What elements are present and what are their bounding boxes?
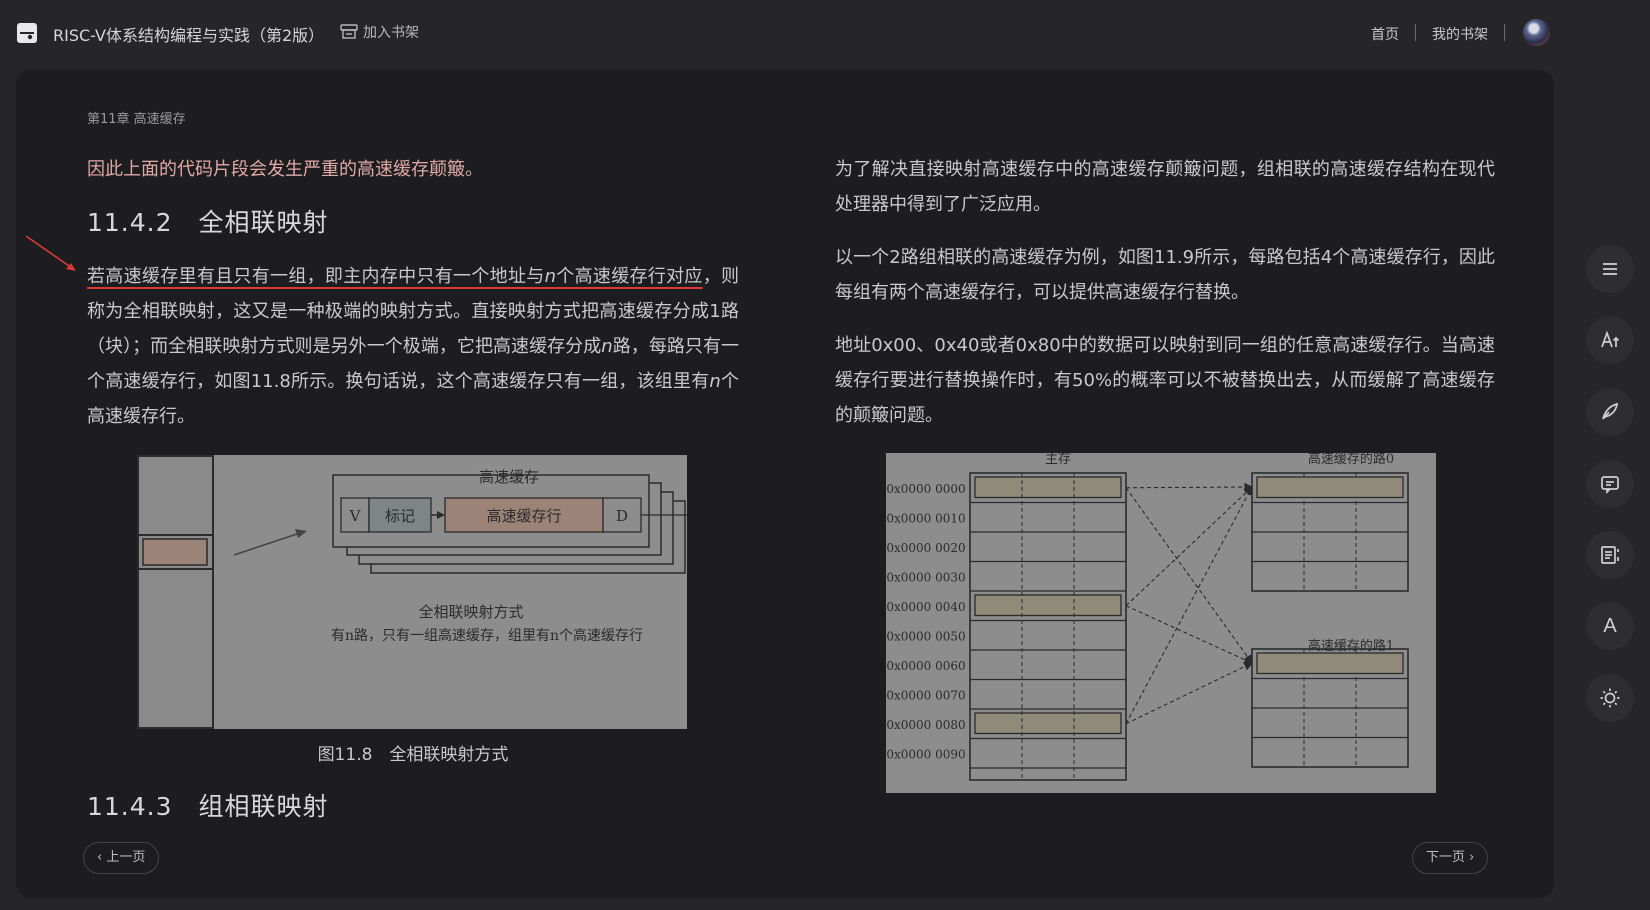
font-size-button[interactable] [1586, 316, 1634, 364]
font-button[interactable]: A [1586, 602, 1634, 650]
fig-cache-line-slot [1256, 652, 1404, 675]
fig-address-label: 0x0000 0030 [886, 570, 965, 584]
fig-address-label: 0x0000 0000 [886, 482, 965, 496]
add-to-shelf-button[interactable]: 加入书架 [340, 22, 419, 42]
toc-icon [1601, 546, 1619, 564]
user-avatar[interactable] [1523, 19, 1550, 46]
right-paragraph-3: 地址0x00、0x40或者0x80中的数据可以映射到同一组的任意高速缓存行。当高… [835, 335, 1495, 426]
menu-icon [1603, 263, 1617, 275]
font-icon: A [1603, 614, 1617, 637]
fig-highlighted-memory-row [974, 476, 1122, 499]
app-logo-icon[interactable] [17, 23, 37, 43]
fig-address-label: 0x0000 0040 [886, 600, 965, 614]
fig-v-label: V [349, 507, 362, 525]
nav-my-shelf-link[interactable]: 我的书架 [1432, 24, 1488, 44]
theme-button[interactable] [1586, 674, 1634, 722]
next-page-button[interactable]: 下一页 › [1412, 842, 1489, 874]
note-icon [1602, 402, 1619, 420]
fig-caption-sub: 有n路，只有一组高速缓存，组里有n个高速缓存行 [331, 627, 643, 644]
fig-highlighted-memory-row [974, 712, 1122, 735]
fig-main-memory-label: 主存 [1045, 453, 1071, 467]
fig-address-label: 0x0000 0020 [886, 541, 965, 555]
fig-caption-main: 全相联映射方式 [418, 603, 523, 621]
theme-icon [1600, 688, 1620, 708]
fig-way1-label: 高速缓存的路1 [1308, 638, 1394, 654]
note-button[interactable] [1586, 388, 1634, 436]
full-assoc-paragraph: 若高速缓存里有且只有一组，即主内存中只有一个地址与n个高速缓存行对应，则称为全相… [87, 266, 740, 427]
nav-home-link[interactable]: 首页 [1371, 24, 1399, 44]
add-to-shelf-label: 加入书架 [363, 25, 419, 41]
comment-icon [1601, 476, 1619, 495]
nav-divider [1504, 24, 1505, 41]
top-bar: RISC-V体系结构编程与实践（第2版） 加入书架 首页 我的书架 [0, 0, 1650, 66]
fig-cache-line-slot [1256, 476, 1404, 499]
fig-address-label: 0x0000 0090 [886, 747, 965, 761]
bookshelf-icon [340, 24, 358, 39]
section-heading-11-4-2: 11.4.2 全相联映射 [87, 208, 329, 237]
book-title[interactable]: RISC-V体系结构编程与实践（第2版） [53, 22, 324, 46]
menu-button[interactable] [1586, 245, 1634, 293]
fig-address-label: 0x0000 0010 [886, 511, 965, 525]
prev-page-label: 上一页 [106, 850, 146, 865]
fig-tag-label: 标记 [385, 507, 415, 525]
toc-button[interactable] [1586, 531, 1634, 579]
fig-way0-label: 高速缓存的路0 [1308, 453, 1394, 467]
fig-address-label: 0x0000 0070 [886, 688, 965, 702]
section-heading-11-4-3: 11.4.3 组相联映射 [87, 792, 329, 821]
fig-cache-title: 高速缓存 [479, 468, 539, 486]
fig-address-label: 0x0000 0050 [886, 629, 965, 643]
right-paragraph-1: 为了解决直接映射高速缓存中的高速缓存颠簸问题，组相联的高速缓存结构在现代处理器中… [835, 159, 1495, 215]
figure-11-8-diagram: 高速缓存 V 标记 高速缓存行 D 全相联映射方式 有n路，只有一组高速缓存，组… [137, 455, 687, 729]
prev-page-button[interactable]: ‹ 上一页 [83, 842, 160, 874]
fig-d-label: D [616, 507, 628, 525]
next-page-label: 下一页 [1426, 850, 1466, 865]
fig-cache-line-label: 高速缓存行 [486, 507, 561, 525]
annotation-arrow-icon [25, 235, 76, 271]
fig-address-label: 0x0000 0060 [886, 659, 965, 673]
right-paragraph-2: 以一个2路组相联的高速缓存为例，如图11.9所示，每路包括4个高速缓存行，因此每… [835, 247, 1495, 303]
figure-11-9-diagram: 主存 高速缓存的路0 高速缓存的路1 0x0000 0000 0x0000 001… [886, 453, 1436, 793]
fig-address-label: 0x0000 0080 [886, 718, 965, 732]
chapter-label: 第11章 高速缓存 [87, 112, 186, 127]
nav-divider [1415, 24, 1416, 41]
underlined-text: 若高速缓存里有且只有一组，即主内存中只有一个地址与n个高速缓存行对应 [87, 266, 703, 287]
font-size-icon [1601, 330, 1620, 348]
fig-highlighted-memory-row [974, 594, 1122, 617]
figure-11-8-caption: 图11.8 全相联映射方式 [317, 745, 509, 765]
intro-paragraph: 因此上面的代码片段会发生严重的高速缓存颠簸。 [87, 159, 483, 180]
comment-button[interactable] [1586, 460, 1634, 508]
